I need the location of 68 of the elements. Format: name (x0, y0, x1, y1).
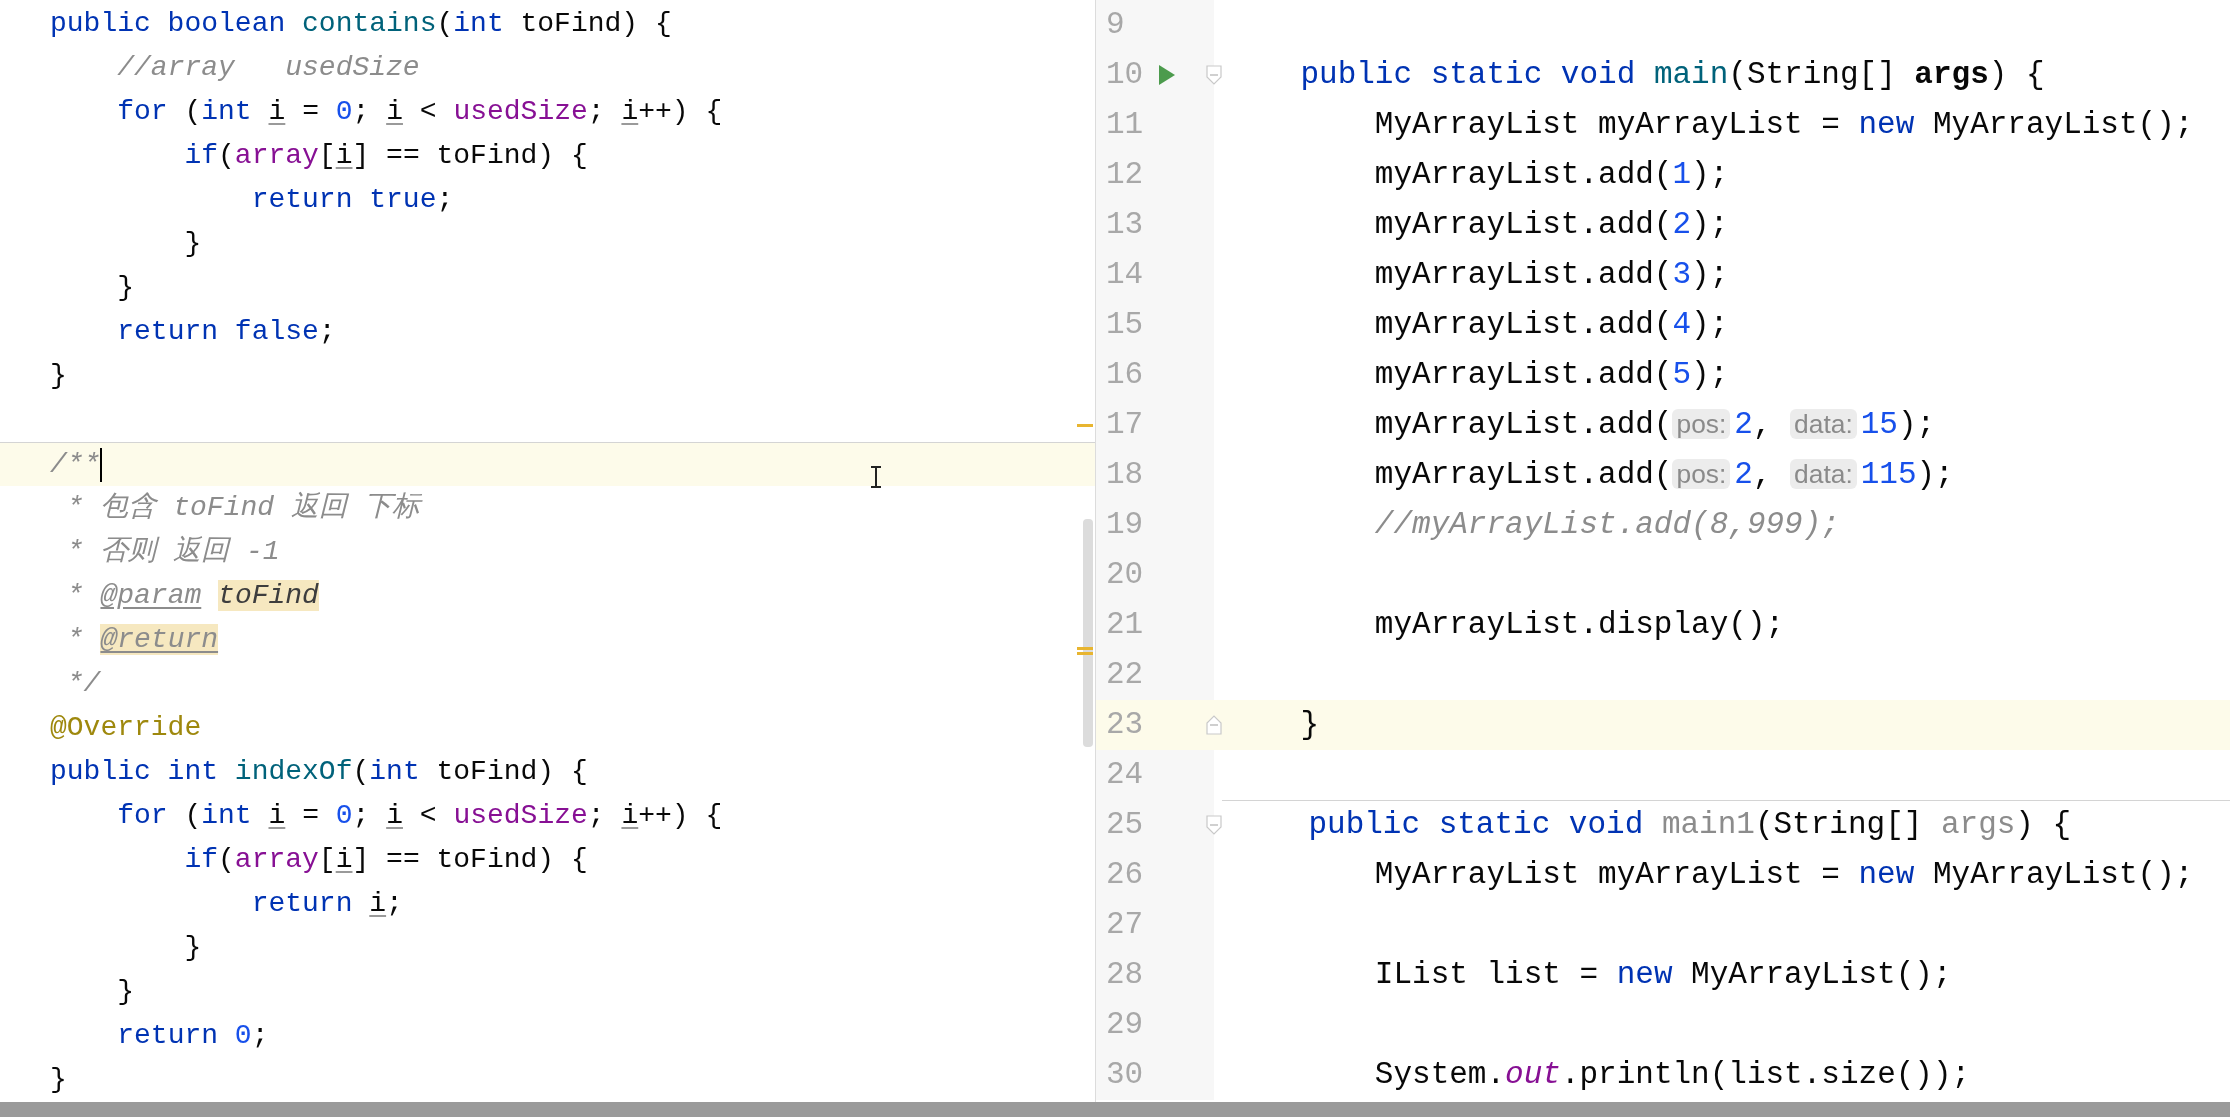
code-line: return 0; (116, 1019, 269, 1053)
code-line: } (183, 931, 202, 965)
code-line: return true; (250, 183, 454, 217)
scrollbar-thumb[interactable] (1083, 519, 1093, 747)
code-line: myArrayList.add(1); (1373, 155, 1729, 194)
code-line: } (183, 227, 202, 261)
line-number: 15 (1106, 305, 1144, 344)
line-number: 11 (1106, 105, 1144, 144)
code-line: public static void main1(String[] args) { (1307, 806, 2072, 845)
code-line: myArrayList.add(3); (1373, 255, 1729, 294)
code-line: } (116, 271, 135, 305)
line-number: 20 (1106, 555, 1144, 594)
line-number: 24 (1106, 755, 1144, 794)
line-number: 22 (1106, 655, 1144, 694)
line-number: 29 (1106, 1005, 1144, 1044)
code-line: /** (50, 447, 101, 482)
line-number: 9 (1106, 5, 1125, 44)
line-number: 19 (1106, 505, 1144, 544)
line-number: 16 (1106, 355, 1144, 394)
code-line: MyArrayList myArrayList = new MyArrayList(); (1373, 105, 2194, 144)
line-number: 18 (1106, 455, 1144, 494)
line-number: 14 (1106, 255, 1144, 294)
line-number: 21 (1106, 605, 1144, 644)
code-line: */ (65, 667, 101, 701)
code-line: for (int i = 0; i < usedSize; i++) { (116, 95, 723, 129)
line-number: 26 (1106, 855, 1144, 894)
code-line: MyArrayList myArrayList = new MyArrayList(); (1373, 855, 2194, 894)
run-icon[interactable] (1158, 64, 1176, 86)
code-line: //array usedSize (116, 51, 420, 85)
code-line: System.out.println(list.size()); (1373, 1055, 1971, 1094)
fold-icon[interactable] (1206, 815, 1222, 835)
line-number: 17 (1106, 405, 1144, 444)
code-line: } (50, 359, 67, 393)
text-cursor-icon (870, 466, 882, 488)
code-line: public int indexOf(int toFind) { (50, 755, 588, 789)
code-line: * 否则 返回 -1 (65, 535, 280, 569)
horizontal-scrollbar[interactable] (0, 1102, 2230, 1117)
code-line: public boolean contains(int toFind) { (50, 7, 672, 41)
line-number: 27 (1106, 905, 1144, 944)
code-line: for (int i = 0; i < usedSize; i++) { (116, 799, 723, 833)
code-line: IList list = new MyArrayList(); (1373, 955, 1952, 994)
code-line: //myArrayList.add(8,999); (1373, 505, 1840, 544)
code-line: } (116, 975, 135, 1009)
code-line: myArrayList.add(2); (1373, 205, 1729, 244)
line-number: 13 (1106, 205, 1144, 244)
code-line: public static void main(String[] args) { (1299, 55, 2045, 94)
fold-icon[interactable] (1206, 65, 1222, 85)
code-line: if(array[i] == toFind) { (183, 843, 588, 877)
code-line: * @param toFind (65, 579, 319, 613)
code-line: myArrayList.add(pos: 2, data: 15); (1373, 405, 1936, 444)
line-number: 25 (1106, 805, 1144, 844)
line-number: 10 (1106, 55, 1144, 94)
code-line: } (1299, 705, 1320, 744)
line-number: 28 (1106, 955, 1144, 994)
code-line: @Override (50, 711, 202, 745)
line-number: 12 (1106, 155, 1144, 194)
line-number: 23 (1106, 705, 1144, 744)
code-line: return false; (116, 315, 336, 349)
line-number: 30 (1106, 1055, 1144, 1094)
code-line: myArrayList.add(pos: 2, data: 115); (1373, 455, 1954, 494)
code-line: } (50, 1063, 67, 1097)
code-line: myArrayList.add(4); (1373, 305, 1729, 344)
code-line: myArrayList.add(5); (1373, 355, 1729, 394)
warning-stripe-mark[interactable] (1077, 424, 1093, 427)
code-line: if(array[i] == toFind) { (183, 139, 588, 173)
fold-icon[interactable] (1206, 715, 1222, 735)
code-line: myArrayList.display(); (1373, 605, 1785, 644)
code-line: return i; (250, 887, 403, 921)
